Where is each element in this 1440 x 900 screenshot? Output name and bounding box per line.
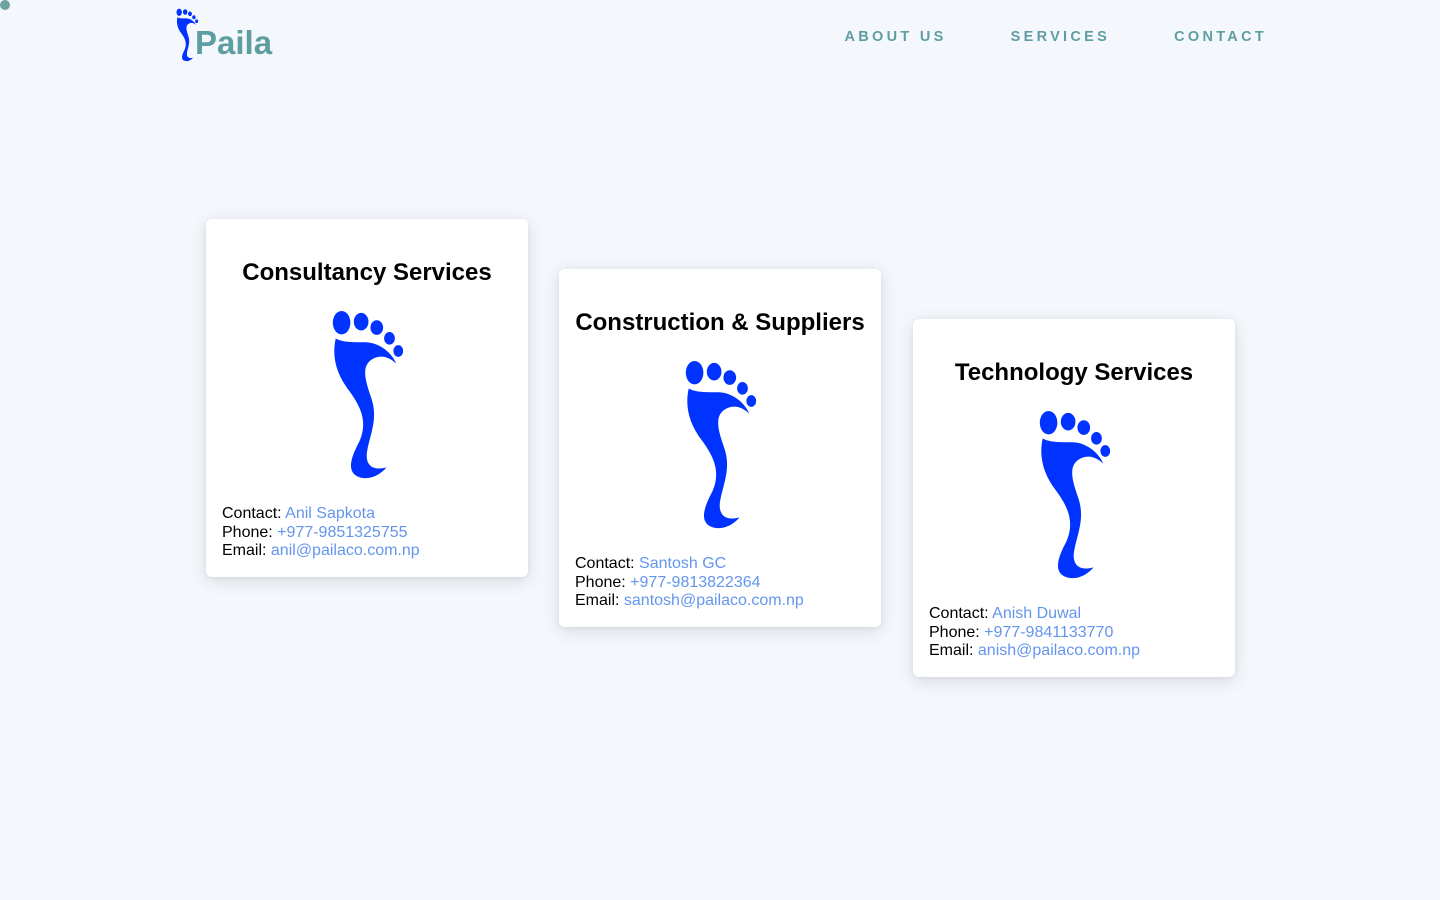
contact-info: Contact: Anish Duwal Phone: +977-9841133… (929, 605, 1219, 661)
email-link[interactable]: anish@pailaco.com.np (978, 642, 1140, 659)
service-card-technology: Technology Services Contact: Anish Duwal… (913, 319, 1235, 677)
phone-link[interactable]: +977-9813822364 (630, 574, 760, 591)
phone-link[interactable]: +977-9841133770 (984, 624, 1113, 641)
footprint-icon (332, 310, 404, 479)
service-card-construction: Construction & Suppliers Contact: Santos… (559, 269, 881, 627)
email-line: Email: anil@pailaco.com.np (222, 542, 512, 561)
card-title: Technology Services (954, 359, 1194, 386)
main-nav: ABOUT US SERVICES CONTACT (845, 29, 1268, 45)
email-label: Email: (575, 592, 620, 609)
nav-about-us[interactable]: ABOUT US (845, 29, 947, 45)
nav-services[interactable]: SERVICES (1011, 29, 1110, 45)
card-title: Consultancy Services (242, 259, 492, 286)
brand-name: Paila (195, 24, 273, 61)
contact-info: Contact: Santosh GC Phone: +977-98138223… (575, 555, 865, 611)
nav-contact[interactable]: CONTACT (1174, 29, 1267, 45)
contact-name[interactable]: Santosh GC (639, 555, 726, 572)
footprint-icon (685, 360, 757, 529)
contact-line: Contact: Anish Duwal (929, 605, 1219, 624)
contact-line: Contact: Santosh GC (575, 555, 865, 574)
contact-label: Contact: (575, 555, 635, 572)
phone-label: Phone: (929, 623, 980, 641)
contact-line: Contact: Anil Sapkota (222, 505, 512, 524)
phone-line: Phone: +977-9851325755 (222, 524, 512, 543)
footprint-icon (1039, 410, 1111, 579)
email-line: Email: santosh@pailaco.com.np (575, 592, 865, 611)
phone-label: Phone: (575, 573, 626, 591)
card-title: Construction & Suppliers (575, 309, 865, 336)
site-header: Paila ABOUT US SERVICES CONTACT (0, 0, 1440, 80)
email-label: Email: (929, 642, 974, 659)
contact-label: Contact: (929, 605, 989, 622)
phone-line: Phone: +977-9841133770 (929, 624, 1219, 643)
phone-link[interactable]: +977-9851325755 (277, 524, 407, 541)
contact-info: Contact: Anil Sapkota Phone: +977-985132… (222, 505, 512, 561)
contact-name[interactable]: Anil Sapkota (285, 505, 375, 522)
email-line: Email: anish@pailaco.com.np (929, 642, 1219, 661)
service-card-consultancy: Consultancy Services Contact: Anil Sapko… (206, 219, 528, 577)
email-label: Email: (222, 542, 267, 559)
phone-line: Phone: +977-9813822364 (575, 574, 865, 593)
email-link[interactable]: anil@pailaco.com.np (271, 542, 420, 559)
brand-logo[interactable]: Paila (175, 8, 272, 62)
email-link[interactable]: santosh@pailaco.com.np (624, 592, 804, 609)
contact-name[interactable]: Anish Duwal (992, 605, 1081, 622)
contact-label: Contact: (222, 505, 282, 522)
phone-label: Phone: (222, 523, 273, 541)
